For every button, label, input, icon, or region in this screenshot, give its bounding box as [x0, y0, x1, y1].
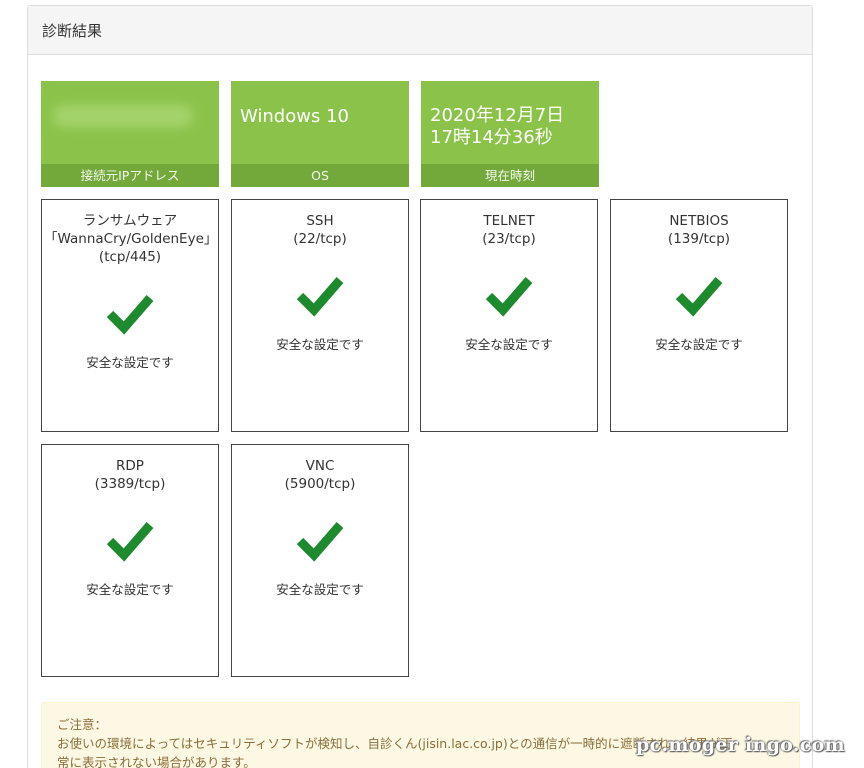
- os-value: Windows 10: [240, 106, 349, 127]
- panel-title: 診断結果: [28, 6, 812, 55]
- check-icon: [296, 522, 344, 562]
- service-status: 安全な設定です: [86, 582, 174, 597]
- service-port: (5900/tcp): [284, 476, 356, 492]
- service-status: 安全な設定です: [86, 355, 174, 370]
- service-card-telnet: TELNET (23/tcp) 安全な設定です: [420, 199, 598, 432]
- ip-address-redacted: [53, 105, 193, 127]
- check-icon: [675, 277, 723, 317]
- service-port: (139/tcp): [667, 231, 731, 247]
- service-name-line: NETBIOS: [669, 213, 729, 229]
- service-name-line: VNC: [305, 458, 335, 474]
- service-name: SSH (22/tcp): [232, 212, 408, 248]
- info-tile-ip: 接続元IPアドレス: [41, 81, 219, 187]
- service-name-line: RDP: [116, 458, 144, 474]
- service-status: 安全な設定です: [276, 337, 364, 352]
- service-port: (tcp/445): [98, 249, 162, 265]
- service-name-line: ランサムウェア: [82, 213, 178, 229]
- service-name: NETBIOS (139/tcp): [611, 212, 787, 248]
- check-icon: [485, 277, 533, 317]
- info-tile-label: OS: [231, 164, 409, 187]
- service-name-line: SSH: [306, 213, 334, 229]
- info-tile-time: 2020年12月7日 17時14分36秒 現在時刻: [421, 81, 599, 187]
- service-card-ransomware: ランサムウェア 「WannaCry/GoldenEye」 (tcp/445) 安…: [41, 199, 219, 432]
- service-name: ランサムウェア 「WannaCry/GoldenEye」 (tcp/445): [42, 212, 218, 266]
- info-tile-label: 接続元IPアドレス: [41, 164, 219, 187]
- clock-value: 17時14分36秒: [430, 127, 553, 148]
- notice-heading: ご注意：: [57, 717, 108, 732]
- service-status: 安全な設定です: [276, 582, 364, 597]
- service-name-line: TELNET: [483, 213, 535, 229]
- watermark-text: pc.moger ingo.com: [636, 734, 845, 756]
- service-card-netbios: NETBIOS (139/tcp) 安全な設定です: [610, 199, 788, 432]
- service-name-line: 「WannaCry/GoldenEye」: [44, 231, 218, 247]
- time-value: 2020年12月7日 17時14分36秒: [430, 105, 564, 149]
- service-card-ssh: SSH (22/tcp) 安全な設定です: [231, 199, 409, 432]
- service-name: RDP (3389/tcp): [42, 457, 218, 493]
- service-status: 安全な設定です: [465, 337, 553, 352]
- check-icon: [106, 522, 154, 562]
- service-port: (3389/tcp): [94, 476, 166, 492]
- service-card-vnc: VNC (5900/tcp) 安全な設定です: [231, 444, 409, 677]
- info-tile-os: Windows 10 OS: [231, 81, 409, 187]
- check-icon: [296, 277, 344, 317]
- service-status: 安全な設定です: [655, 337, 743, 352]
- service-name: TELNET (23/tcp): [421, 212, 597, 248]
- date-value: 2020年12月7日: [430, 105, 565, 126]
- check-icon: [106, 295, 154, 335]
- info-tile-label: 現在時刻: [421, 164, 599, 187]
- service-port: (22/tcp): [293, 231, 347, 247]
- service-port: (23/tcp): [482, 231, 536, 247]
- service-name: VNC (5900/tcp): [232, 457, 408, 493]
- service-card-rdp: RDP (3389/tcp) 安全な設定です: [41, 444, 219, 677]
